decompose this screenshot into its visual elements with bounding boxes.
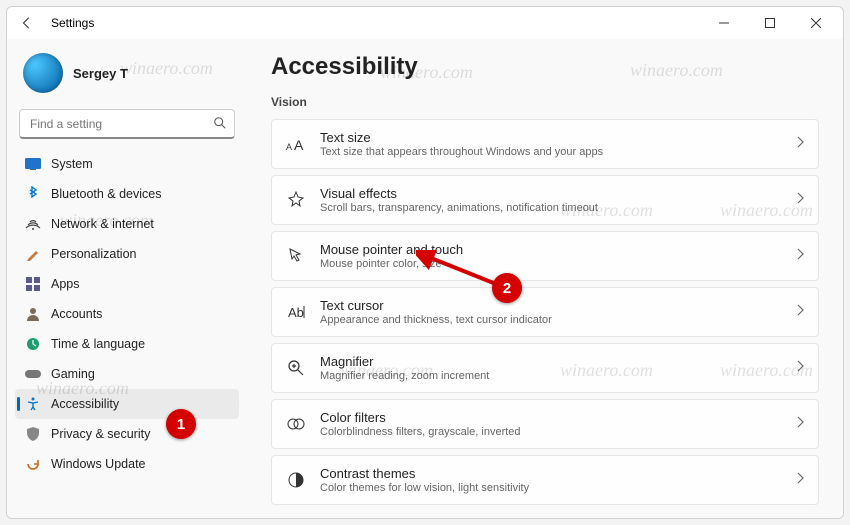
sidebar-item-privacy[interactable]: Privacy & security	[15, 419, 239, 449]
sidebar-item-update[interactable]: Windows Update	[15, 449, 239, 479]
chevron-right-icon	[796, 471, 804, 489]
mouse-pointer-icon	[286, 246, 306, 266]
window-title: Settings	[51, 16, 94, 30]
section-header: Vision	[271, 95, 819, 109]
avatar	[23, 53, 63, 93]
contrast-icon	[286, 470, 306, 490]
sidebar-item-apps[interactable]: Apps	[15, 269, 239, 299]
sidebar-item-time[interactable]: Time & language	[15, 329, 239, 359]
svg-text:A: A	[286, 142, 292, 152]
network-icon	[25, 216, 41, 232]
card-text-cursor[interactable]: Ab Text cursorAppearance and thickness, …	[271, 287, 819, 337]
system-icon	[25, 156, 41, 172]
card-visual-effects[interactable]: Visual effectsScroll bars, transparency,…	[271, 175, 819, 225]
main-panel: Accessibility Vision AA Text sizeText si…	[243, 39, 843, 519]
gaming-icon	[25, 366, 41, 382]
search-icon	[213, 116, 227, 135]
apps-icon	[25, 276, 41, 292]
personalization-icon	[25, 246, 41, 262]
search-input[interactable]	[19, 109, 235, 139]
chevron-right-icon	[796, 135, 804, 153]
visual-effects-icon	[286, 190, 306, 210]
sidebar-item-accessibility[interactable]: Accessibility	[15, 389, 239, 419]
svg-text:A: A	[294, 137, 304, 152]
sidebar-item-bluetooth[interactable]: Bluetooth & devices	[15, 179, 239, 209]
close-icon	[811, 18, 821, 28]
card-contrast-themes[interactable]: Contrast themesColor themes for low visi…	[271, 455, 819, 505]
sidebar-item-accounts[interactable]: Accounts	[15, 299, 239, 329]
accessibility-icon	[25, 396, 41, 412]
close-button[interactable]	[793, 7, 839, 39]
chevron-right-icon	[796, 191, 804, 209]
chevron-right-icon	[796, 247, 804, 265]
privacy-icon	[25, 426, 41, 442]
text-size-icon: AA	[286, 134, 306, 154]
arrow-left-icon	[20, 16, 34, 30]
sidebar-item-personalization[interactable]: Personalization	[15, 239, 239, 269]
minimize-button[interactable]	[701, 7, 747, 39]
titlebar: Settings	[7, 7, 843, 39]
card-text-size[interactable]: AA Text sizeText size that appears throu…	[271, 119, 819, 169]
back-button[interactable]	[11, 7, 43, 39]
update-icon	[25, 456, 41, 472]
card-magnifier[interactable]: MagnifierMagnifier reading, zoom increme…	[271, 343, 819, 393]
maximize-button[interactable]	[747, 7, 793, 39]
bluetooth-icon	[25, 186, 41, 202]
accounts-icon	[25, 306, 41, 322]
sidebar-item-gaming[interactable]: Gaming	[15, 359, 239, 389]
sidebar-item-network[interactable]: Network & internet	[15, 209, 239, 239]
username: Sergey T	[73, 66, 128, 81]
chevron-right-icon	[796, 359, 804, 377]
text-cursor-icon: Ab	[286, 302, 306, 322]
minimize-icon	[719, 18, 729, 28]
sidebar: Sergey T System Bluetooth & devices Netw…	[7, 39, 243, 519]
magnifier-icon	[286, 358, 306, 378]
svg-text:Ab: Ab	[288, 305, 304, 320]
card-color-filters[interactable]: Color filtersColorblindness filters, gra…	[271, 399, 819, 449]
chevron-right-icon	[796, 415, 804, 433]
card-mouse-pointer[interactable]: Mouse pointer and touchMouse pointer col…	[271, 231, 819, 281]
page-title: Accessibility	[271, 53, 819, 81]
time-icon	[25, 336, 41, 352]
maximize-icon	[765, 18, 775, 28]
sidebar-item-system[interactable]: System	[15, 149, 239, 179]
chevron-right-icon	[796, 303, 804, 321]
color-filters-icon	[286, 414, 306, 434]
profile[interactable]: Sergey T	[15, 47, 239, 99]
